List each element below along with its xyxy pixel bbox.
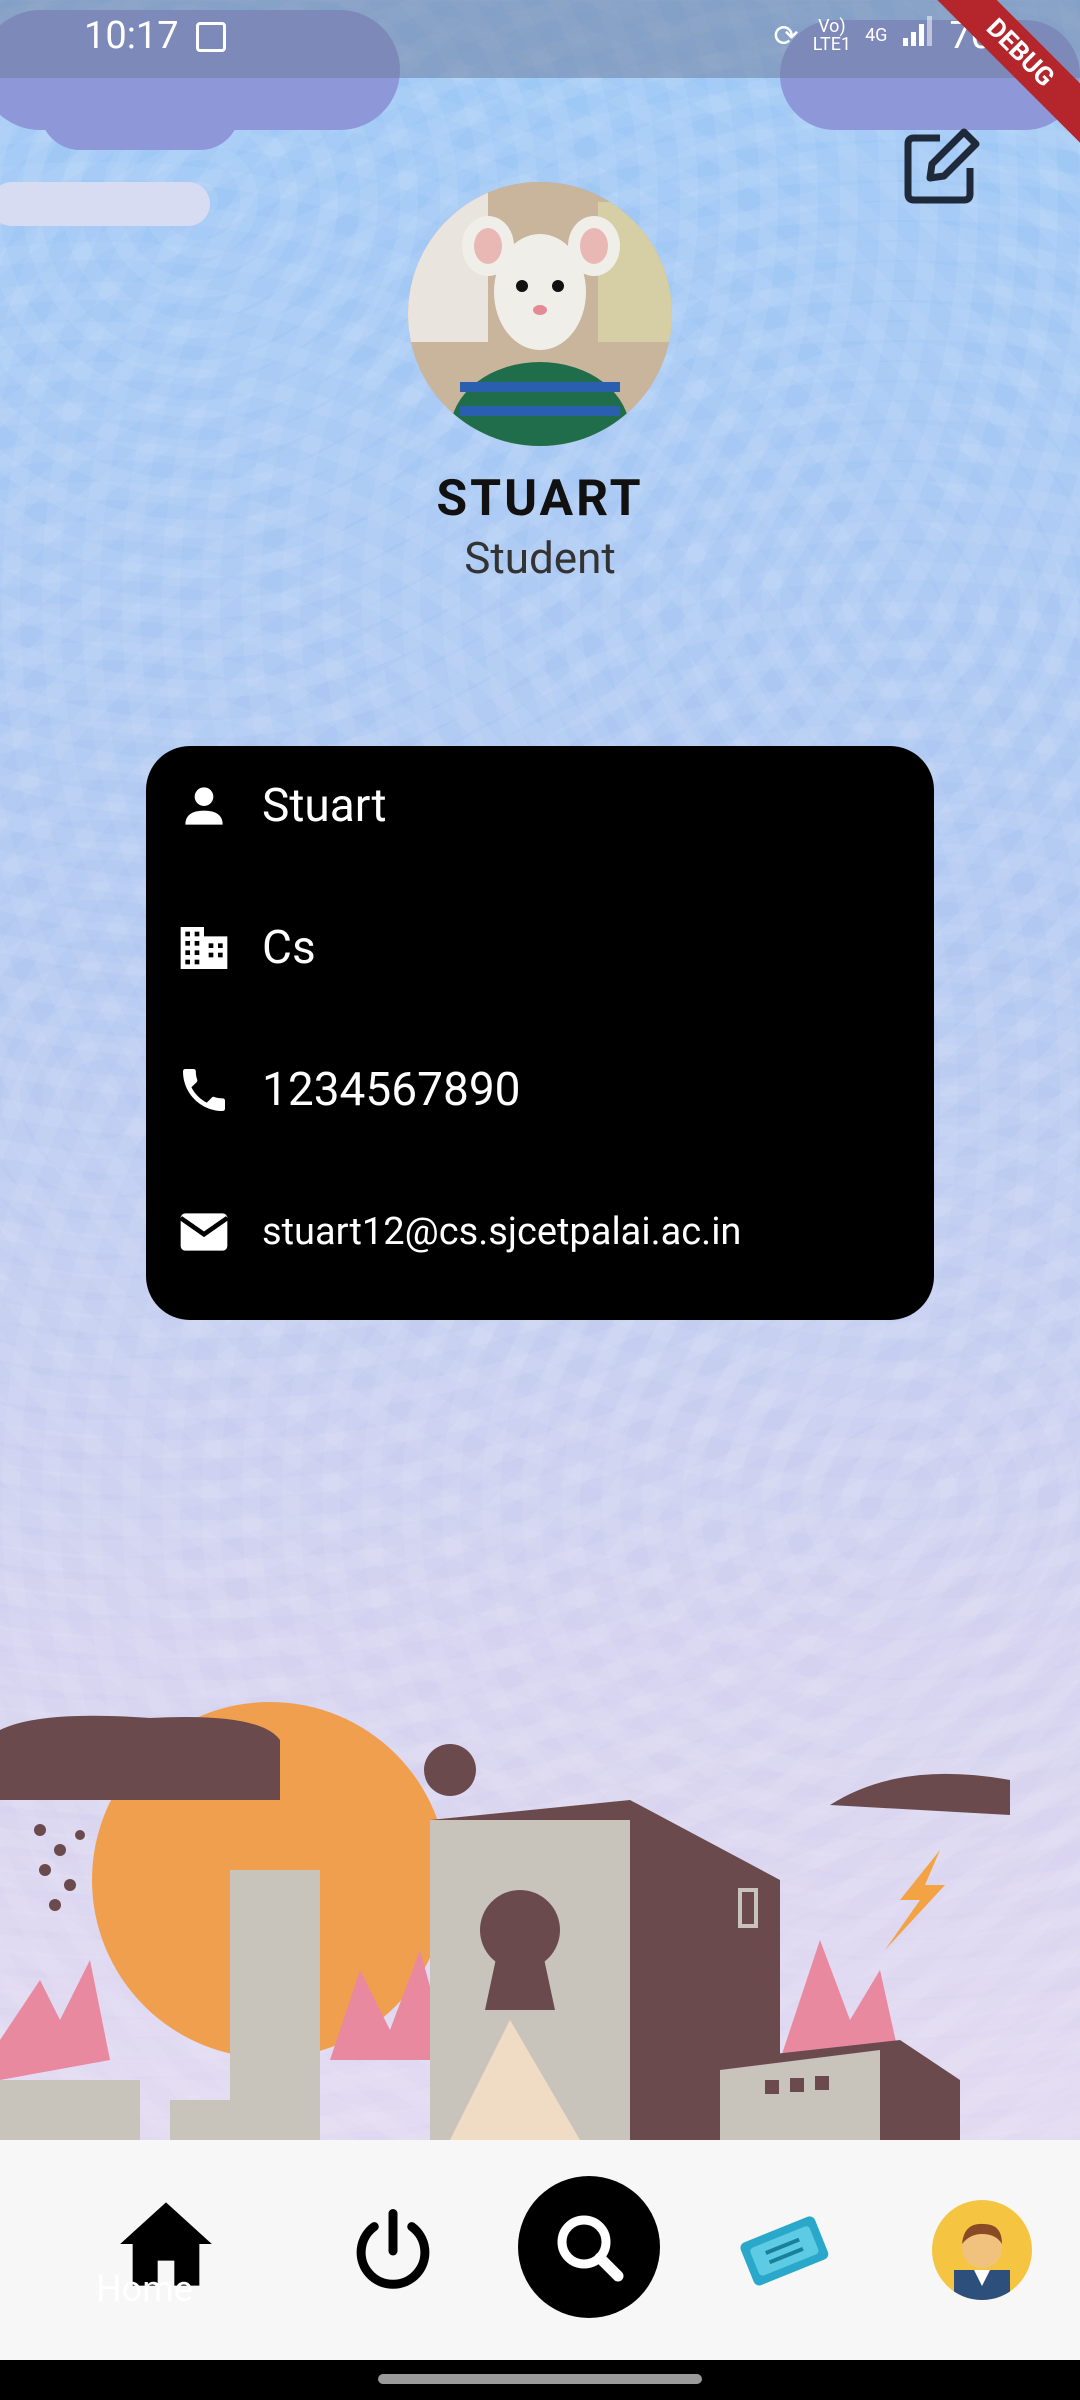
- info-phone: 1234567890: [262, 1063, 521, 1117]
- person-icon: [185, 787, 223, 825]
- info-card: Stuart Cs 1234567890 stuart12@cs.sjcetpa…: [146, 746, 934, 1320]
- nav-logout[interactable]: [348, 2206, 438, 2300]
- email-icon: [179, 1213, 229, 1251]
- nav-home-label: Home: [96, 2268, 193, 2310]
- status-bar: 10:17 ⟳ Vo)LTE1 4G 70%: [0, 0, 1080, 78]
- profile-role: Student: [464, 532, 616, 584]
- profile-name: STUART: [436, 470, 644, 528]
- power-icon: [356, 2209, 430, 2289]
- signal-icon: [901, 14, 935, 58]
- volte-indicator: Vo) LTE1: [812, 16, 852, 55]
- info-name: Stuart: [262, 779, 387, 833]
- cloud-decoration: [0, 182, 210, 226]
- profile-avatar: [408, 182, 672, 446]
- search-icon: [557, 2215, 624, 2282]
- edit-icon[interactable]: [900, 124, 984, 208]
- info-department: Cs: [262, 921, 316, 975]
- info-email: stuart12@cs.sjcetpalai.ac.in: [262, 1210, 742, 1254]
- bottom-navigation: Home: [0, 2140, 1080, 2360]
- info-row-phone: 1234567890: [176, 1062, 521, 1118]
- sync-icon: ⟳: [773, 18, 799, 54]
- network-type: 4G: [865, 25, 888, 46]
- info-row-email: stuart12@cs.sjcetpalai.ac.in: [176, 1204, 741, 1260]
- ticket-icon: [740, 2216, 829, 2286]
- city-illustration: [0, 1640, 1080, 2140]
- gesture-handle[interactable]: [378, 2374, 702, 2384]
- image-icon: [196, 22, 226, 52]
- nav-tickets[interactable]: [734, 2200, 834, 2304]
- info-row-name: Stuart: [176, 778, 387, 834]
- avatar[interactable]: [932, 2200, 1032, 2300]
- status-time: 10:17: [84, 14, 179, 58]
- phone-icon: [183, 1069, 225, 1111]
- cloud-decoration: [40, 70, 240, 150]
- nav-search[interactable]: [518, 2176, 660, 2318]
- info-row-department: Cs: [176, 920, 316, 976]
- building-icon: [180, 927, 228, 969]
